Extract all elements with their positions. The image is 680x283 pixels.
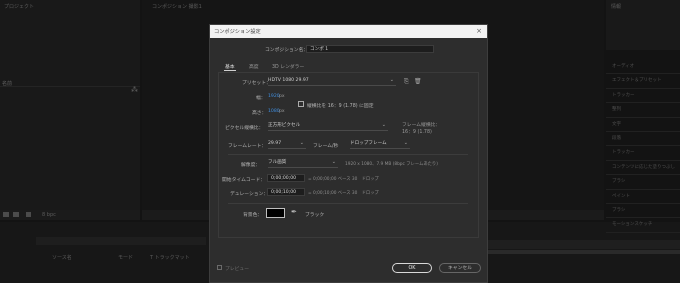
timeline-search-bar[interactable] [36,237,206,245]
comp-name-field[interactable]: コンポ 1 [306,45,434,53]
chevron-down-icon: ⌄ [331,159,336,165]
start-timecode-field[interactable]: 0;00;00;00 [267,174,305,182]
right-panel-item[interactable]: 段落 [606,132,680,147]
comp-name-label: コンポジション名： [265,48,309,53]
preset-dropdown[interactable]: HDTV 1080 29.97 ⌄ [268,77,396,86]
frame-aspect-value: 16：9 (1.78) [402,130,432,135]
framerate-unit: フレーム/秒 [313,144,339,149]
dropframe-dropdown[interactable]: ドロップフレーム ⌄ [350,140,410,149]
folder-icon[interactable] [3,212,9,217]
preview-label[interactable]: プレビュー [225,265,249,272]
lock-aspect-checkbox[interactable] [298,101,304,107]
bgcolor-label: 背景色： [243,213,263,218]
height-value[interactable]: 1080 [268,109,280,114]
info-panel-title[interactable]: 情報 [611,3,621,10]
pixel-aspect-label: ピクセル縦横比： [225,126,264,131]
frame-aspect-label: フレーム縦横比： [402,123,441,128]
right-panel-item[interactable]: オーディオ [606,60,680,75]
delete-preset-icon[interactable]: 🗑 [414,78,422,85]
trash-icon[interactable] [26,212,31,217]
pixel-aspect-dropdown[interactable]: 正方形ピクセル ⌄ [268,122,388,131]
pixel-aspect-value: 正方形ピクセル [268,123,301,128]
start-timecode-label: 開始タイムコード： [222,178,266,183]
width-label: 幅： [256,96,266,101]
project-footer [0,210,140,220]
chevron-down-icon: ⌄ [389,77,394,83]
framerate-value: 29.97 [268,141,282,146]
network-icon: ⁂ [131,86,138,94]
right-panel-item[interactable]: ブラシ [606,204,680,219]
preset-value: HDTV 1080 29.97 [268,78,309,83]
save-preset-icon[interactable]: ⎘ [404,78,409,86]
framerate-dropdown[interactable]: 29.97 ⌄ [268,140,306,149]
right-panel-item[interactable]: トラッカー [606,146,680,161]
tab-3d-renderer[interactable]: 3D レンダラー [272,63,304,70]
width-unit: px [279,94,285,99]
section-divider [228,154,468,155]
resolution-value: フル画質 [268,160,287,165]
height-label: 高さ： [252,111,267,116]
dropframe-value: ドロップフレーム [350,141,387,146]
right-panel-item[interactable]: 文字 [606,118,680,132]
right-panel-item[interactable]: トラッカー [606,89,680,104]
dialog-title: コンポジション設定 [214,29,261,35]
chevron-down-icon: ⌄ [381,122,386,128]
dialog-titlebar[interactable]: コンポジション設定 × [210,25,487,38]
right-panel-item[interactable]: エフェクト＆プリセット [606,74,680,89]
duration-field[interactable]: 0;00;10;00 [267,188,305,196]
tab-basic[interactable]: 基本 [225,63,235,70]
right-panel-item[interactable]: ブラシ [606,175,680,190]
right-panel-item[interactable]: コンテンツに応じた塗りつぶし [606,161,680,176]
preset-label: プリセット： [242,81,271,86]
chevron-down-icon: ⌄ [299,140,304,146]
project-panel [0,0,140,220]
duration-info: = 0;00;10;00 ベース 30 ドロップ [308,191,379,196]
tab-advanced[interactable]: 高度 [249,63,259,70]
close-icon[interactable]: × [476,27,482,35]
eyedropper-icon[interactable]: ✒ [291,208,297,216]
project-tab[interactable]: プロジェクト [4,3,34,10]
timeline-ruler[interactable] [488,240,680,249]
preview-checkbox[interactable] [217,265,222,270]
start-timecode-info: = 0;00;00;00 ベース 30 ドロップ [308,177,379,182]
chevron-down-icon: ⌄ [403,140,408,146]
resolution-label: 解像度： [241,163,261,168]
project-header-row [0,86,140,87]
resolution-dropdown[interactable]: フル画質 ⌄ [268,159,338,168]
composition-tab[interactable]: コンポジション 撮影1 [152,3,202,10]
right-panel-item[interactable]: 整列 [606,103,680,118]
right-panel-item[interactable]: ペイント [606,190,680,204]
composition-icon[interactable] [13,212,19,217]
mode-header: モード [118,255,134,261]
bgcolor-name: ブラック [305,213,325,218]
tab-basic-underline [224,70,236,71]
work-area-bar[interactable] [488,250,680,254]
duration-label: デュレーション： [230,192,269,197]
source-name-header: ソース名 [52,255,72,261]
right-panel-item[interactable]: モーションスケッチ [606,218,680,233]
ok-button[interactable]: OK [392,263,432,273]
resolution-info: 1920 x 1080、7.9 MB (8bpc フレームあたり) [345,162,438,167]
bgcolor-swatch[interactable] [266,208,285,218]
right-panel-list: オーディオ エフェクト＆プリセット トラッカー 整列 文字 段落 トラッカー コ… [606,60,680,233]
framerate-label: フレームレート： [228,144,267,149]
section-divider [228,203,468,204]
composition-settings-dialog: コンポジション設定 × コンポジション名： コンポ 1 基本 高度 3D レンダ… [209,24,488,283]
bpc-indicator[interactable]: 8 bpc [42,212,56,218]
trackmatte-header: T トラックマット [150,255,190,261]
lock-aspect-label[interactable]: 縦横比を 16：9 (1.78) に固定 [307,102,374,109]
cancel-button[interactable]: キャンセル [439,263,481,273]
width-value[interactable]: 1920 [268,94,280,99]
height-unit: px [279,109,285,114]
